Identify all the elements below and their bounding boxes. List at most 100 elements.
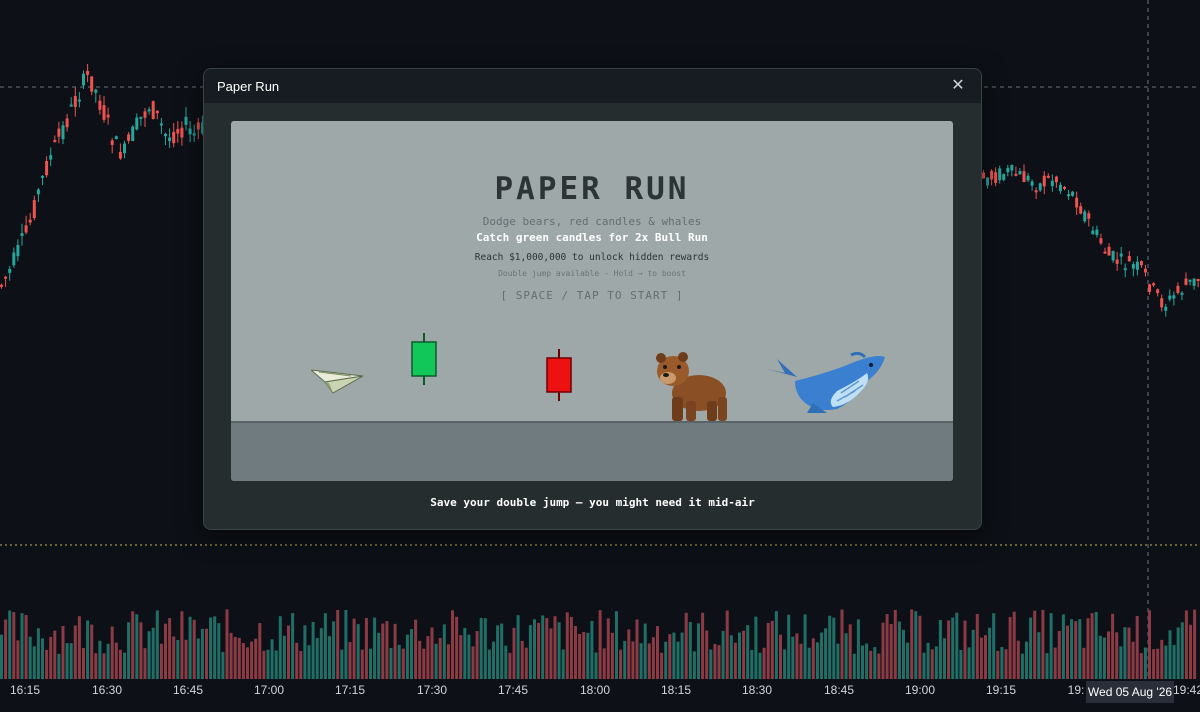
volume-bar <box>783 649 787 679</box>
volume-bar <box>1078 619 1082 679</box>
volume-bar <box>713 643 717 679</box>
volume-bar <box>602 648 606 679</box>
candle-body <box>114 136 118 140</box>
volume-bar <box>1176 627 1180 679</box>
volume-bar <box>561 649 565 679</box>
volume-bar <box>856 619 860 679</box>
volume-bar <box>69 643 73 679</box>
volume-bar <box>902 629 905 679</box>
modal-header: Paper Run ✕ <box>204 69 981 103</box>
close-icon[interactable]: ✕ <box>948 76 968 96</box>
volume-bar <box>65 643 69 679</box>
volume-bar <box>377 632 381 679</box>
volume-bar <box>348 642 352 679</box>
candle-body <box>1014 173 1018 176</box>
candle-body <box>32 200 36 219</box>
volume-bar <box>41 638 44 679</box>
volume-bar <box>369 648 372 679</box>
volume-bar <box>1148 610 1151 679</box>
volume-bar <box>164 623 167 679</box>
volume-bar <box>1012 611 1016 679</box>
volume-bar <box>836 643 840 679</box>
candle-body <box>16 244 20 257</box>
candle-body <box>180 127 184 138</box>
volume-bar <box>53 630 57 679</box>
volume-bar <box>565 612 569 679</box>
volume-bar <box>442 624 446 679</box>
volume-bar <box>897 621 901 679</box>
volume-bar <box>627 629 631 679</box>
volume-bar <box>651 637 655 679</box>
volume-bar <box>430 627 434 679</box>
volume-bar <box>717 645 721 679</box>
volume-bar <box>865 643 869 679</box>
candle-body <box>1002 174 1006 180</box>
volume-bar <box>1057 630 1061 679</box>
candle-body <box>1172 295 1176 299</box>
volume-bar <box>475 631 479 679</box>
volume-bar <box>184 639 188 679</box>
volume-bar <box>500 623 504 679</box>
volume-bar <box>967 647 971 679</box>
time-axis-label: 19:00 <box>904 683 936 697</box>
candle-body <box>1135 261 1139 270</box>
volume-bar <box>996 650 1000 679</box>
candle-body <box>1087 213 1091 219</box>
volume-bar <box>1160 639 1164 679</box>
volume-bar <box>1000 647 1004 679</box>
volume-bar <box>106 643 110 679</box>
volume-bar <box>660 652 664 679</box>
volume-bar <box>1066 625 1069 679</box>
volume-bar <box>233 636 237 679</box>
candle-body <box>82 73 85 86</box>
time-axis-label: 18:30 <box>741 683 773 697</box>
volume-bar <box>1172 644 1176 679</box>
volume-bar <box>1061 614 1065 679</box>
start-prompt[interactable]: [ SPACE / TAP TO START ] <box>231 289 953 302</box>
candle-body <box>1030 181 1034 186</box>
candle-body <box>20 233 24 236</box>
volume-bar <box>1033 610 1037 679</box>
volume-bar <box>721 630 725 679</box>
volume-bar <box>131 611 135 679</box>
candle-body <box>982 172 985 179</box>
whale-icon <box>767 351 885 413</box>
paper-run-modal: Paper Run ✕ PAPER RUN Dodge bears, red c… <box>203 68 982 530</box>
volume-bar <box>32 646 36 679</box>
volume-bar <box>578 633 582 679</box>
volume-bar <box>352 618 356 679</box>
volume-bar <box>205 628 208 679</box>
candle-body <box>1107 246 1111 256</box>
volume-bar <box>451 610 454 679</box>
game-canvas[interactable]: PAPER RUN Dodge bears, red candles & wha… <box>231 121 953 481</box>
volume-bar <box>196 638 200 679</box>
candle-body <box>1018 171 1022 175</box>
volume-bar <box>147 631 151 679</box>
volume-bar <box>410 629 413 679</box>
volume-bar <box>557 622 561 679</box>
volume-bar <box>795 633 799 679</box>
candle-body <box>1127 256 1131 262</box>
volume-bar <box>766 622 770 679</box>
volume-bar <box>49 636 53 679</box>
volume-bar <box>791 636 795 679</box>
candle-body <box>28 219 32 223</box>
volume-bar <box>1164 645 1168 679</box>
candle-body <box>1046 175 1050 178</box>
candle-body <box>86 70 90 75</box>
volume-bar <box>28 636 32 679</box>
volume-bar <box>533 619 536 679</box>
volume-bar <box>1180 622 1184 679</box>
volume-bar <box>676 641 680 679</box>
candle-body <box>192 133 196 136</box>
volume-bar <box>172 636 176 679</box>
volume-bar <box>1074 621 1078 679</box>
volume-bar <box>647 643 651 679</box>
volume-bar <box>959 649 963 679</box>
volume-bar <box>975 613 979 679</box>
volume-bar <box>135 614 139 679</box>
volume-bar <box>504 645 508 679</box>
volume-bar <box>528 625 532 679</box>
volume-bar <box>537 622 541 679</box>
modal-title: Paper Run <box>217 78 280 94</box>
